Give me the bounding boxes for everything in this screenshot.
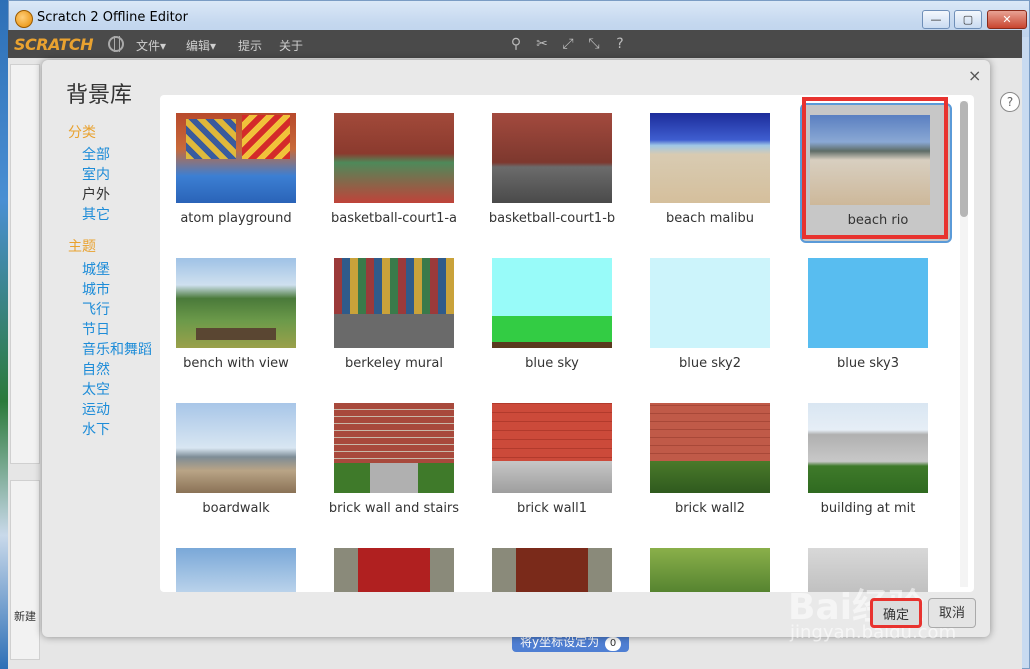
- backdrop-thumbnail: [334, 548, 454, 592]
- highlight-annotation: [802, 97, 948, 239]
- stamp-icon[interactable]: ⚲: [508, 36, 524, 52]
- backdrop-tile[interactable]: blue sky: [476, 240, 628, 380]
- backdrop-tile[interactable]: [160, 530, 312, 592]
- backdrop-tile[interactable]: brick wall and stairs: [318, 385, 470, 525]
- backdrop-label: bench with view: [183, 356, 289, 371]
- category-outdoors[interactable]: 户外: [82, 184, 110, 204]
- backdrop-label: basketball-court1-a: [331, 211, 457, 226]
- backdrop-thumbnail: [650, 548, 770, 592]
- menu-file[interactable]: 文件▾: [136, 37, 166, 54]
- stage-panel: [10, 64, 40, 464]
- theme-holiday[interactable]: 节日: [82, 319, 110, 339]
- backdrop-tile[interactable]: brick wall2: [634, 385, 786, 525]
- new-backdrop-label: 新建: [14, 610, 36, 623]
- language-globe-icon[interactable]: [108, 36, 124, 52]
- backdrop-label: blue sky3: [836, 356, 900, 371]
- help-button[interactable]: ?: [1000, 92, 1020, 112]
- theme-sports[interactable]: 运动: [82, 399, 110, 419]
- theme-music-dance[interactable]: 音乐和舞蹈: [82, 339, 152, 359]
- theme-underwater[interactable]: 水下: [82, 419, 110, 439]
- backdrop-tile[interactable]: [634, 530, 786, 592]
- category-heading: 分类: [68, 125, 96, 141]
- minimize-button[interactable]: —: [922, 10, 950, 29]
- backdrop-label: beach malibu: [665, 211, 755, 226]
- backdrop-label: berkeley mural: [345, 356, 443, 371]
- theme-castle[interactable]: 城堡: [82, 259, 110, 279]
- scratch-cat-icon: [15, 10, 33, 28]
- backdrop-thumbnail: [334, 113, 454, 203]
- backdrop-tile[interactable]: blue sky3: [792, 240, 944, 380]
- grow-icon[interactable]: ⤢: [560, 36, 576, 52]
- close-window-button[interactable]: ✕: [987, 10, 1027, 29]
- backdrop-thumbnail: [492, 403, 612, 493]
- backdrop-thumbnail: [176, 258, 296, 348]
- backdrop-label: basketball-court1-b: [488, 211, 616, 226]
- scratch-logo[interactable]: SCRATCH: [14, 35, 93, 54]
- scratch-menubar: SCRATCH 文件▾ 编辑▾ 提示 关于 ⚲ ✂ ⤢ ⤡ ?: [8, 30, 1022, 58]
- close-icon[interactable]: ×: [968, 66, 981, 85]
- sprite-panel: [10, 480, 40, 660]
- backdrop-tile[interactable]: basketball-court1-b: [476, 95, 628, 235]
- backdrop-label: brick wall2: [674, 501, 746, 516]
- backdrop-thumbnail: [650, 113, 770, 203]
- backdrop-tile[interactable]: atom playground: [160, 95, 312, 235]
- cancel-button[interactable]: 取消: [928, 598, 977, 628]
- category-all[interactable]: 全部: [82, 144, 110, 164]
- menu-about[interactable]: 关于: [279, 37, 303, 54]
- backdrop-thumbnail: [334, 258, 454, 348]
- backdrop-tile[interactable]: beach malibu: [634, 95, 786, 235]
- theme-flying[interactable]: 飞行: [82, 299, 110, 319]
- category-indoors[interactable]: 室内: [82, 164, 110, 184]
- backdrop-thumbnail: [176, 403, 296, 493]
- backdrop-tile[interactable]: bench with view: [160, 240, 312, 380]
- backdrop-label: brick wall1: [516, 501, 588, 516]
- menu-tips[interactable]: 提示: [238, 37, 262, 54]
- maximize-button[interactable]: ▢: [954, 10, 982, 29]
- scrollbar-thumb[interactable]: [960, 101, 968, 217]
- backdrop-thumbnail: [808, 258, 928, 348]
- backdrop-thumbnail: [176, 113, 296, 203]
- backdrop-label: brick wall and stairs: [328, 501, 460, 516]
- theme-city[interactable]: 城市: [82, 279, 110, 299]
- category-other[interactable]: 其它: [82, 204, 110, 224]
- backdrop-thumbnail: [650, 258, 770, 348]
- shrink-icon[interactable]: ⤡: [586, 36, 602, 52]
- backdrop-tile[interactable]: boardwalk: [160, 385, 312, 525]
- backdrop-thumbnail: [334, 403, 454, 493]
- window-title: Scratch 2 Offline Editor: [37, 10, 188, 25]
- backdrop-tile[interactable]: building at mit: [792, 385, 944, 525]
- backdrop-tile[interactable]: berkeley mural: [318, 240, 470, 380]
- backdrop-label: boardwalk: [202, 501, 270, 516]
- backdrop-thumbnail: [808, 403, 928, 493]
- backdrop-thumbnail: [176, 548, 296, 592]
- theme-heading: 主题: [68, 239, 96, 255]
- help-icon[interactable]: ?: [612, 36, 628, 52]
- backdrop-label: blue sky: [525, 356, 579, 371]
- set-y-block-text: 将y坐标设定为: [520, 635, 600, 649]
- backdrop-tile[interactable]: [318, 530, 470, 592]
- backdrop-tile[interactable]: brick wall1: [476, 385, 628, 525]
- backdrop-thumbnail: [492, 548, 612, 592]
- backdrop-label: atom playground: [180, 211, 292, 226]
- backdrop-tile[interactable]: basketball-court1-a: [318, 95, 470, 235]
- set-y-block-value[interactable]: 0: [605, 637, 622, 651]
- theme-nature[interactable]: 自然: [82, 359, 110, 379]
- menu-edit[interactable]: 编辑▾: [186, 37, 216, 54]
- backdrop-tile[interactable]: [476, 530, 628, 592]
- backdrop-tile[interactable]: blue sky2: [634, 240, 786, 380]
- backdrop-thumbnail: [492, 258, 612, 348]
- ok-button[interactable]: 确定: [870, 598, 923, 628]
- theme-space[interactable]: 太空: [82, 379, 110, 399]
- cut-icon[interactable]: ✂: [534, 36, 550, 52]
- desktop-background: [0, 0, 8, 669]
- dialog-title: 背景库: [66, 83, 133, 108]
- backdrop-thumbnail: [492, 113, 612, 203]
- backdrop-thumbnail: [650, 403, 770, 493]
- backdrop-label: building at mit: [820, 501, 916, 516]
- backdrop-label: blue sky2: [678, 356, 742, 371]
